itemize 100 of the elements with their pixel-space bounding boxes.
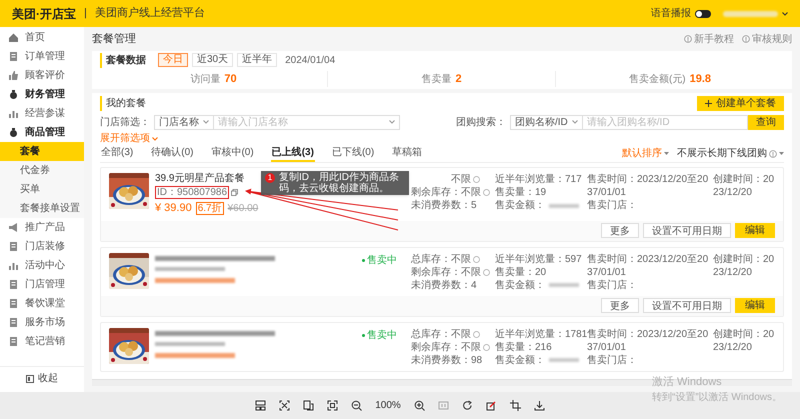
card-action-button[interactable]: 更多 (601, 223, 639, 238)
document-icon (8, 317, 19, 328)
sidebar-item[interactable]: 门店管理 (0, 275, 84, 294)
scan-icon[interactable] (279, 400, 290, 411)
stats-text: 近半年浏览量：717 (495, 172, 582, 186)
zoom-out-icon[interactable] (351, 400, 362, 411)
package-title: 39.9元明星产品套餐 (155, 173, 244, 185)
platform-title: 美团商户线上经营平台 (94, 6, 205, 22)
filter-label: 团购搜索： (456, 116, 506, 130)
stats-text: 售卖量：216 (495, 340, 552, 354)
submenu-item[interactable]: 套餐接单设置 (0, 199, 84, 218)
sidebar-item[interactable]: 推广产品 (0, 218, 84, 237)
time-text: 售卖时间：2023/12/20至2037/01/01 (587, 328, 709, 354)
card-action-button[interactable]: 编辑 (735, 298, 775, 313)
page-title: 套餐管理 (92, 32, 136, 47)
caret-icon (664, 152, 669, 155)
package-id: ID：950807986 (155, 186, 230, 199)
original-price: ¥60.00 (228, 202, 258, 216)
status-tab[interactable]: 待确认(0) (150, 145, 194, 162)
tooltip-text: 复制ID，用此ID作为商品条码，去云收银创建商品。 (279, 172, 400, 194)
chevron-icon (152, 136, 158, 140)
date-text: 2024/01/04 (285, 54, 336, 68)
zoom-level: 100% (375, 399, 401, 413)
sidebar-item[interactable]: 财务管理 (0, 85, 84, 104)
select-field[interactable]: 团购名称/ID (510, 114, 583, 130)
status-tab[interactable]: 已上线(3) (270, 145, 315, 162)
stock-text: 剩余库存：不限 (411, 186, 481, 200)
blurred-text (549, 358, 579, 362)
query-button[interactable]: 查询 (748, 114, 784, 130)
range-tab[interactable]: 近30天 (192, 53, 234, 68)
status-label: 售卖中 (362, 328, 407, 342)
collapse-icon (26, 374, 34, 382)
stats-text: 售卖金额： (495, 354, 545, 368)
status-tab[interactable]: 已下线(0) (330, 145, 376, 162)
status-tab[interactable]: 全部(3) (100, 145, 134, 162)
crop-icon[interactable] (510, 400, 521, 411)
submenu-item[interactable]: 代金券 (0, 161, 84, 180)
card-action-button[interactable]: 设置不可用日期 (643, 223, 731, 238)
sidebar-item[interactable]: 首页 (0, 28, 84, 47)
blurred-text (155, 266, 225, 270)
time-text: 售卖门店： (587, 354, 638, 366)
collapse-button[interactable]: 收起 (0, 366, 84, 390)
chart-icon (8, 108, 19, 119)
select-field[interactable]: 门店名称 (154, 114, 214, 130)
text-recognition-icon[interactable] (303, 400, 314, 411)
range-tab[interactable]: 近半年 (237, 53, 278, 68)
sidebar-item[interactable]: 餐饮课堂 (0, 294, 84, 313)
document-icon (8, 51, 19, 62)
caret-icon (779, 152, 784, 155)
stock-text: 总库存：不限 (411, 328, 471, 342)
sidebar-item[interactable]: 顾客评价 (0, 66, 84, 85)
download-icon[interactable] (534, 400, 545, 411)
rotate-icon[interactable] (462, 400, 473, 411)
document-icon (8, 336, 19, 347)
stats-text: 近半年浏览量：1781 (495, 328, 588, 342)
time-text: 售卖门店： (587, 199, 638, 212)
caret-icon[interactable] (782, 12, 788, 16)
sidebar-item[interactable]: 笔记营销 (0, 332, 84, 351)
bag-icon (8, 89, 19, 100)
stats-text: 售卖量：20 (495, 266, 546, 280)
metric-value: 19.8 (690, 72, 712, 87)
metric-value: 70 (224, 72, 237, 87)
copy-icon[interactable] (231, 189, 238, 196)
stock-text: 剩余库存：不限 (411, 340, 481, 354)
sidebar-item[interactable]: 门店装修 (0, 237, 84, 256)
blurred-username (723, 10, 778, 16)
panel-title: 我的套餐 (100, 96, 146, 110)
sidebar-item[interactable]: 经营参谋 (0, 104, 84, 123)
stats-text: 售卖金额： (495, 278, 545, 292)
blurred-text (549, 204, 579, 208)
plus-icon (705, 100, 712, 106)
sidebar-item[interactable]: 服务市场 (0, 313, 84, 332)
bag-icon (8, 127, 19, 138)
chevron-icon (203, 120, 209, 124)
created-time: 创建时间：2023/12/20 (713, 328, 775, 354)
card-action-button[interactable]: 设置不可用日期 (643, 298, 731, 313)
panel-title: 套餐数据 (100, 52, 146, 68)
stock-text: 总库存：不限 (411, 252, 471, 266)
sidebar-item[interactable]: 活动中心 (0, 256, 84, 275)
card-action-button[interactable]: 更多 (601, 298, 639, 313)
edit-icon[interactable] (486, 400, 497, 411)
stats-text: 售卖金额： (495, 198, 545, 213)
activation-text: 转到“设置”以激活 Windows。 (652, 390, 782, 405)
sidebar-item[interactable]: 订单管理 (0, 47, 84, 66)
status-tab[interactable]: 审核中(0) (210, 145, 255, 162)
sidebar-item[interactable]: 商品管理 (0, 123, 84, 142)
create-package-button[interactable]: 创建单个套餐 (697, 96, 784, 110)
stats-text: 售卖量：19 (495, 186, 546, 200)
offline-filter-dropdown[interactable]: 不展示长期下线团购 (677, 146, 784, 161)
voice-toggle[interactable] (695, 10, 711, 18)
submenu-item[interactable]: 套餐 (0, 142, 84, 161)
zoom-in-icon[interactable] (414, 400, 425, 411)
layout-icon[interactable] (255, 400, 266, 411)
logo: 美团·开店宝 (12, 6, 76, 22)
card-action-button[interactable]: 编辑 (735, 223, 775, 238)
status-tab[interactable]: 草稿箱 (391, 145, 424, 162)
stats-text: 近半年浏览量：597 (495, 252, 582, 266)
chart-icon (8, 260, 19, 271)
fullscreen-icon[interactable] (327, 400, 338, 411)
submenu-item[interactable]: 买单 (0, 180, 84, 199)
